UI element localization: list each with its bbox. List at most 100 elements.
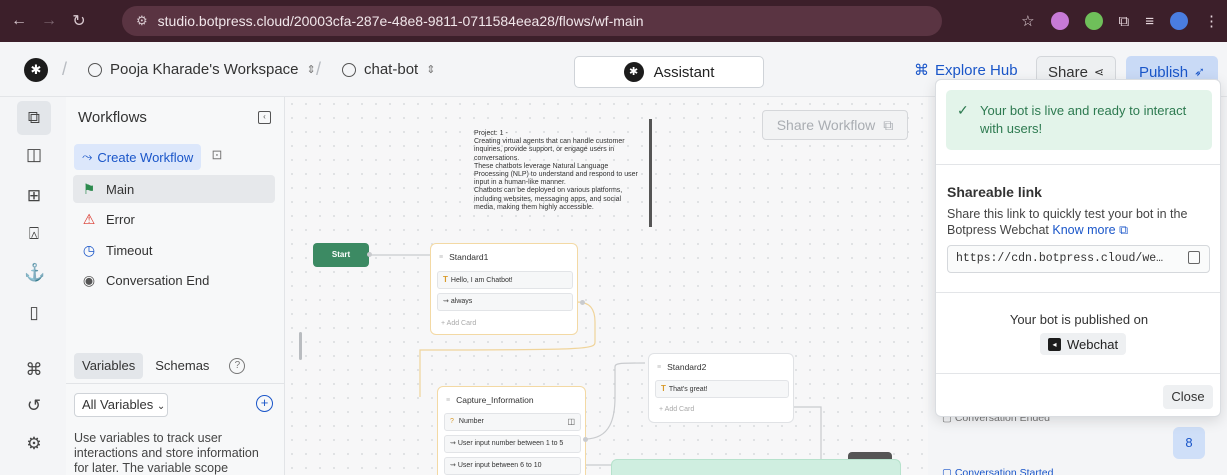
- event-conversation-started[interactable]: ▢ Conversation Started: [942, 467, 1053, 475]
- bot-switcher[interactable]: chat-bot ⇕: [342, 61, 435, 78]
- external-link-icon: ⧉: [1119, 223, 1129, 237]
- rocket-icon: ➶: [1194, 64, 1206, 79]
- know-more-link[interactable]: Know more ⧉: [1052, 223, 1128, 237]
- workflows-icon[interactable]: ⧉: [17, 101, 51, 135]
- node-standard2[interactable]: ≡ Standard2 T That's great! + Add Card: [648, 353, 794, 423]
- card-transition[interactable]: ⇝ always: [437, 293, 573, 311]
- add-card-button[interactable]: + Add Card: [441, 320, 476, 327]
- history-icon[interactable]: ↺: [24, 396, 44, 416]
- node-title: ≡ Capture_Information: [446, 395, 534, 405]
- canvas-resize-handle[interactable]: [299, 332, 302, 360]
- extensions-puzzle-icon[interactable]: ⧉: [1119, 13, 1130, 30]
- help-icon[interactable]: ?: [229, 358, 246, 374]
- card-text[interactable]: T That's great!: [655, 380, 789, 398]
- workflow-item-main[interactable]: ⚑ Main: [73, 175, 275, 203]
- drag-handle-icon[interactable]: ≡: [439, 254, 443, 261]
- flag-icon: ⚑: [82, 180, 96, 197]
- breadcrumb-separator: /: [62, 59, 68, 79]
- stop-icon: ◉: [82, 271, 96, 288]
- count-badge[interactable]: 8: [1173, 427, 1205, 459]
- card-transition[interactable]: ⇝ User input number between 1 to 5: [444, 435, 581, 453]
- chevron-down-icon: ⌄: [156, 401, 166, 412]
- workflow-item-error[interactable]: ⚠ Error: [73, 205, 275, 233]
- extension-icon[interactable]: [1050, 12, 1069, 30]
- botpress-logo-icon[interactable]: ✱: [24, 58, 48, 82]
- card-label: That's great!: [668, 386, 708, 393]
- bot-agent-icon[interactable]: ⍓: [24, 224, 44, 244]
- explore-hub-button[interactable]: ⌘ Explore Hub: [914, 61, 1018, 80]
- tables-grid-icon[interactable]: ⊞: [24, 186, 44, 206]
- drag-handle-icon[interactable]: ≡: [446, 397, 450, 404]
- card-text[interactable]: T Hello, I am Chatbot!: [437, 271, 573, 289]
- live-message: Your bot is live and ready to interact w…: [980, 103, 1187, 136]
- publish-label: Publish: [1138, 63, 1189, 81]
- browser-menu-icon[interactable]: ⋮: [1204, 12, 1219, 30]
- card-capture-number[interactable]: ? Number ◫: [444, 413, 581, 431]
- address-bar[interactable]: ⚙ studio.botpress.cloud/20003cfa-287e-48…: [122, 6, 942, 36]
- transition-arrow-icon: ⇝: [450, 462, 456, 469]
- drag-handle-icon[interactable]: ≡: [657, 364, 661, 371]
- node-title: ≡ Standard2: [657, 362, 706, 372]
- tab-schemas[interactable]: Schemas: [147, 353, 217, 379]
- node-title-text: Capture_Information: [456, 395, 534, 405]
- add-variable-icon[interactable]: +: [256, 395, 273, 412]
- variables-tabs: Variables Schemas ?: [74, 353, 246, 379]
- site-settings-icon[interactable]: ⚙: [136, 13, 148, 29]
- knowledge-book-icon[interactable]: ◫: [24, 145, 44, 165]
- create-workflow-button[interactable]: ⤳ Create Workflow: [74, 144, 202, 170]
- tab-variables[interactable]: Variables: [74, 353, 144, 379]
- collapse-panel-icon[interactable]: ‹: [258, 111, 271, 124]
- card-label: User input number between 1 to 5: [457, 440, 564, 447]
- bookmark-icon[interactable]: ▯: [24, 303, 44, 323]
- extension-android-icon[interactable]: [1084, 12, 1103, 30]
- workflow-item-conversation-end[interactable]: ◉ Conversation End: [73, 266, 275, 294]
- comment-note[interactable]: Project: 1 - Creating virtual agents tha…: [474, 130, 644, 212]
- node-capture-information[interactable]: ≡ Capture_Information ? Number ◫ ⇝ User inp…: [437, 386, 586, 475]
- connection-port[interactable]: [583, 437, 588, 442]
- wire-capture-standard2: [584, 362, 646, 440]
- node-standard1[interactable]: ≡ Standard1 T Hello, I am Chatbot! ⇝ alway…: [430, 243, 578, 335]
- new-folder-icon[interactable]: ⊡: [207, 147, 227, 165]
- transition-arrow-icon: ⇝: [450, 440, 456, 447]
- webchat-icon: ◂: [1048, 337, 1061, 351]
- workflow-item-label: Main: [106, 181, 135, 197]
- settings-gear-icon[interactable]: ⚙: [24, 434, 44, 454]
- variables-description: Use variables to track user interactions…: [74, 431, 259, 475]
- assistant-button[interactable]: ✱ Assistant: [574, 56, 764, 88]
- back-icon[interactable]: ←: [8, 12, 30, 30]
- node-title-text: Standard1: [449, 252, 489, 262]
- breadcrumb-separator: /: [316, 59, 322, 79]
- workspace-switcher[interactable]: Pooja Kharade's Workspace ⇕: [88, 61, 316, 78]
- forward-icon[interactable]: →: [38, 12, 60, 30]
- card-label: Number: [458, 418, 484, 425]
- webchat-channel-badge[interactable]: ◂ Webchat: [1040, 333, 1127, 355]
- variables-filter-select[interactable]: All Variables ⌄: [74, 393, 168, 417]
- profile-avatar[interactable]: [1170, 12, 1188, 30]
- filter-value: All Variables: [82, 397, 154, 412]
- shareable-link-title: Shareable link: [947, 184, 1042, 200]
- start-node[interactable]: Start: [313, 243, 369, 267]
- card-transition[interactable]: ⇝ User input between 6 to 10: [444, 457, 581, 475]
- node-end-partial[interactable]: [611, 459, 901, 475]
- close-button[interactable]: Close: [1163, 385, 1213, 409]
- reload-icon[interactable]: ↻: [68, 11, 90, 31]
- url-text: studio.botpress.cloud/20003cfa-287e-48e8…: [157, 13, 644, 29]
- shareable-link-field[interactable]: https://cdn.botpress.cloud/webchat/v2/sh…: [947, 245, 1210, 273]
- copy-icon[interactable]: [1188, 251, 1200, 264]
- bookmark-star-icon[interactable]: ☆: [1021, 12, 1034, 30]
- connection-port[interactable]: [580, 300, 585, 305]
- reading-list-icon[interactable]: ≡: [1145, 13, 1154, 30]
- workflow-item-timeout[interactable]: ◷ Timeout: [73, 236, 275, 264]
- workflow-item-label: Timeout: [106, 242, 153, 258]
- add-card-button[interactable]: + Add Card: [659, 406, 694, 413]
- integrations-icon[interactable]: ⌘: [24, 360, 44, 380]
- bot-name: chat-bot: [364, 61, 419, 78]
- browser-toolbar: ← → ↻ ⚙ studio.botpress.cloud/20003cfa-2…: [0, 0, 1227, 42]
- note-resize-bar[interactable]: [649, 119, 652, 227]
- connection-port[interactable]: [367, 252, 372, 257]
- card-label: always: [450, 298, 473, 305]
- anchor-icon[interactable]: ⚓: [24, 263, 45, 283]
- share-workflow-button[interactable]: Share Workflow ⧉: [762, 110, 908, 140]
- workflow-canvas[interactable]: Share Workflow ⧉ Project: 1 - Creating v…: [285, 97, 928, 475]
- check-icon: ✓: [957, 102, 969, 118]
